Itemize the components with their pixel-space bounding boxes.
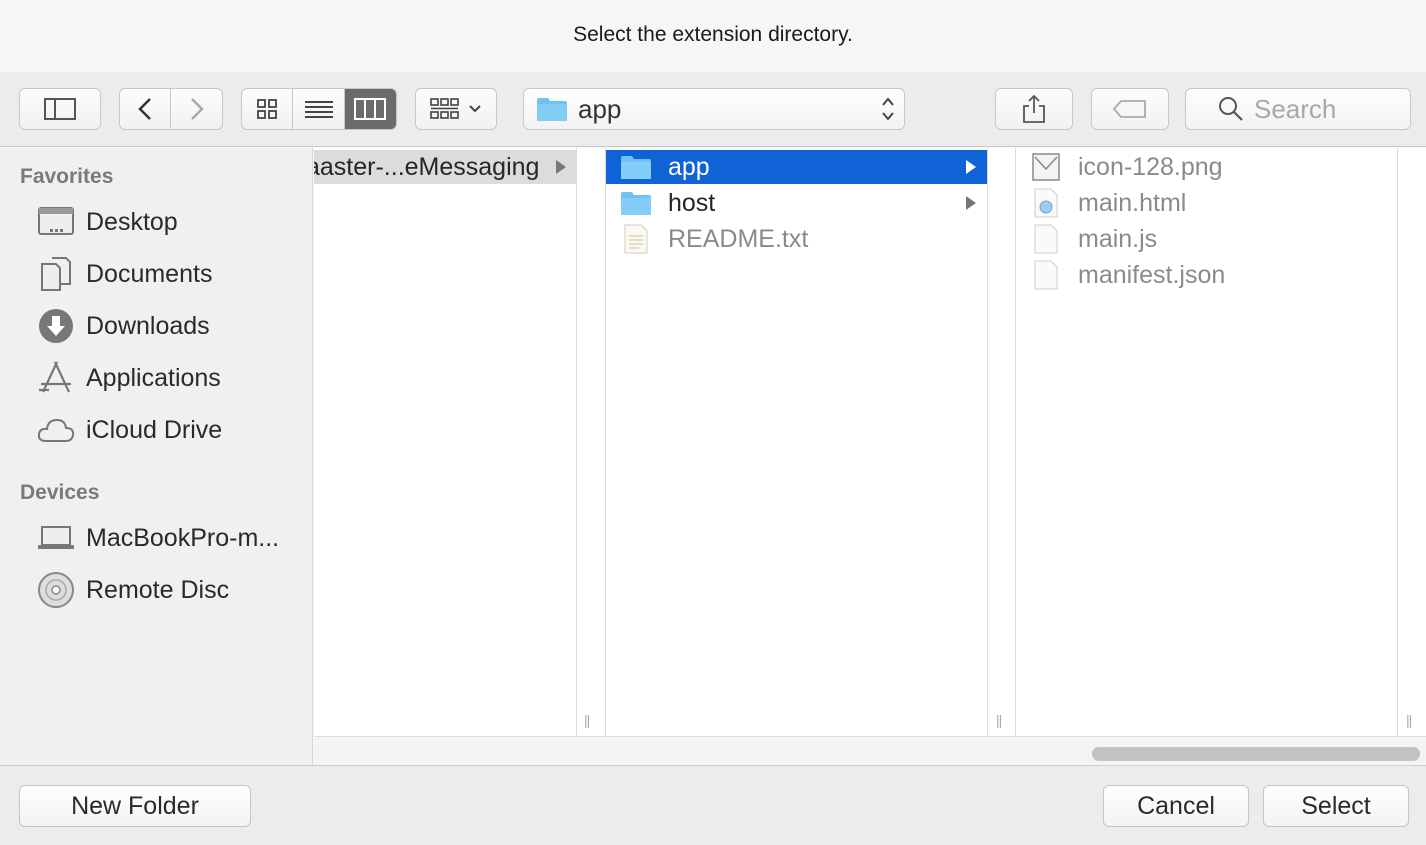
arrange-button[interactable] <box>415 88 497 130</box>
sidebar-item-label: iCloud Drive <box>86 415 223 444</box>
cloud-icon <box>36 410 76 450</box>
search-placeholder: Search <box>1254 93 1337 124</box>
text-file-icon <box>616 224 656 254</box>
column-resize-handle[interactable]: || <box>996 712 1002 728</box>
list-item[interactable]: main.html <box>1016 186 1397 220</box>
list-item-label: host <box>668 188 716 217</box>
nav-back-forward <box>119 88 223 130</box>
chevron-left-icon <box>138 98 151 120</box>
sidebar: Favorites Desktop Documents Downloads Ap… <box>0 148 313 765</box>
list-item[interactable]: aaster-...eMessaging <box>314 150 577 184</box>
folder-icon <box>616 154 656 180</box>
image-file-icon <box>1026 153 1066 181</box>
folder-icon <box>537 98 567 121</box>
file-icon <box>1026 224 1066 254</box>
tag-button[interactable] <box>1091 88 1169 130</box>
list-item-label: icon-128.png <box>1078 152 1223 181</box>
bottom-bar: New Folder Cancel Select <box>0 765 1426 845</box>
list-item-label: main.html <box>1078 188 1187 217</box>
disc-icon <box>36 570 76 610</box>
share-button[interactable] <box>995 88 1073 130</box>
chevron-down-icon <box>469 105 481 113</box>
applications-icon <box>36 358 76 398</box>
laptop-icon <box>36 518 76 558</box>
column-resize-handle[interactable]: || <box>584 712 590 728</box>
sidebar-item-documents[interactable]: Documents <box>0 250 313 298</box>
list-item[interactable]: app <box>606 150 987 184</box>
dialog-title: Select the extension directory. <box>573 23 853 46</box>
columns-icon <box>354 98 387 120</box>
path-popup[interactable]: app <box>523 88 905 130</box>
sidebar-item-desktop[interactable]: Desktop <box>0 198 313 246</box>
grid-icon <box>257 99 278 119</box>
folder-icon <box>616 190 656 216</box>
back-button[interactable] <box>120 89 172 129</box>
chevron-updown-icon <box>882 97 894 121</box>
list-item-label: app <box>668 152 710 181</box>
sidebar-header-devices: Devices <box>20 481 100 504</box>
list-view-button[interactable] <box>293 89 345 129</box>
column-1: aaster-...eMessaging || <box>314 148 590 736</box>
list-item-label: aaster-...eMessaging <box>314 152 540 181</box>
sidebar-item-remote-disc[interactable]: Remote Disc <box>0 566 313 614</box>
path-popup-label: app <box>578 93 622 124</box>
open-dialog: Select the extension directory. app Sear… <box>0 0 1426 845</box>
cancel-button[interactable]: Cancel <box>1103 785 1249 827</box>
list-item-label: README.txt <box>668 224 809 253</box>
disclosure-arrow-icon <box>966 160 976 174</box>
column-resize-handle[interactable]: || <box>1406 712 1412 728</box>
list-item[interactable]: main.js <box>1016 222 1397 256</box>
new-folder-button[interactable]: New Folder <box>19 785 251 827</box>
horizontal-scrollbar[interactable] <box>314 736 1426 765</box>
documents-icon <box>36 254 76 294</box>
list-icon <box>304 101 333 118</box>
disclosure-arrow-icon <box>556 160 566 174</box>
sidebar-toggle-button[interactable] <box>19 88 101 130</box>
tag-icon <box>1112 100 1146 118</box>
share-icon <box>1023 94 1045 123</box>
search-field[interactable]: Search <box>1185 88 1411 130</box>
chevron-right-icon <box>190 98 204 120</box>
search-icon <box>1219 97 1243 121</box>
list-item[interactable]: README.txt <box>606 222 987 256</box>
list-item[interactable]: icon-128.png <box>1016 150 1397 184</box>
downloads-icon <box>36 306 76 346</box>
view-mode-segmented <box>241 88 397 130</box>
sidebar-item-label: Desktop <box>86 207 178 236</box>
forward-button[interactable] <box>171 89 222 129</box>
sidebar-item-icloud-drive[interactable]: iCloud Drive <box>0 406 313 454</box>
select-button[interactable]: Select <box>1263 785 1409 827</box>
disclosure-arrow-icon <box>966 196 976 210</box>
sidebar-item-downloads[interactable]: Downloads <box>0 302 313 350</box>
column-view-button[interactable] <box>344 89 396 129</box>
icon-view-button[interactable] <box>242 89 294 129</box>
toolbar: app Search <box>0 72 1426 147</box>
sidebar-item-macbook[interactable]: MacBookPro-m... <box>0 514 313 562</box>
sidebar-item-label: MacBookPro-m... <box>86 523 280 552</box>
sidebar-item-label: Applications <box>86 363 221 392</box>
list-item[interactable]: host <box>606 186 987 220</box>
sidebar-item-applications[interactable]: Applications <box>0 354 313 402</box>
column-2: app host README.txt || <box>605 148 1002 736</box>
column-3: icon-128.png main.html main.js manifest.… <box>1015 148 1412 736</box>
column-browser: aaster-...eMessaging || app host README.… <box>314 148 1426 765</box>
list-item-label: main.js <box>1078 224 1158 253</box>
sidebar-item-label: Remote Disc <box>86 575 230 604</box>
arrange-icon <box>430 98 459 119</box>
sidebar-header-favorites: Favorites <box>20 165 114 188</box>
desktop-icon <box>36 202 76 242</box>
file-icon <box>1026 260 1066 290</box>
list-item-label: manifest.json <box>1078 260 1226 289</box>
scrollbar-thumb[interactable] <box>1092 747 1420 761</box>
sidebar-icon <box>44 98 76 120</box>
sidebar-item-label: Documents <box>86 259 213 288</box>
html-file-icon <box>1026 188 1066 218</box>
sidebar-item-label: Downloads <box>86 311 210 340</box>
list-item[interactable]: manifest.json <box>1016 258 1397 292</box>
